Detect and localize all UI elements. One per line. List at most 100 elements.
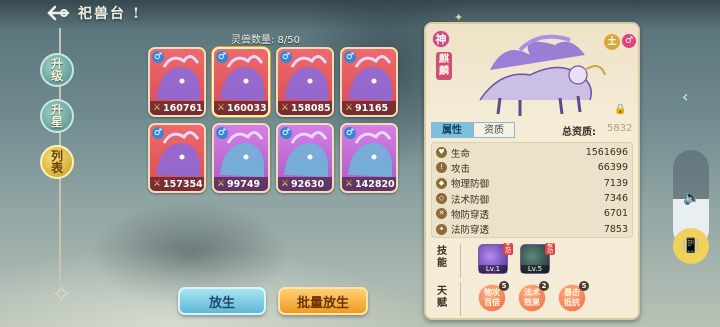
release-button[interactable]: 放生 [178,287,266,315]
stats-list: ♥ 生命 1561696 ! 攻击 66399 ◆ 物理防御 7139 ◇ 法术防御 7346 … [431,142,633,238]
attack-icon: ! [436,162,447,174]
male-gender-icon: ♂ [280,51,292,63]
pet-card[interactable]: ♂ ⚔ 160033 [212,47,270,117]
pet-card[interactable]: ♂ ⚔ 142820 [340,123,398,193]
stat-label: 法术防御 [451,194,490,206]
vibrate-button[interactable]: 📳 [673,228,709,264]
combat-power-icon: ⚔ [216,179,226,189]
stat-label: 物理防御 [451,179,490,191]
magic-penetration-icon: ✦ [436,223,447,235]
menu-upgrade-label: 升级 [50,57,63,83]
stat-value: 7346 [603,193,628,205]
skill-slot-1[interactable]: 主动 Lv.1 [478,243,513,274]
page-title: 祀兽台 ! [78,6,142,22]
stat-value: 6701 [603,208,628,220]
pet-detail-panel: 神 麒麟 土 ♂ 🔒 属性 资质 总资质: 5832 ♥ 生命 1561696 ! 攻… [424,22,640,320]
back-arrow-icon[interactable] [44,4,70,22]
batch-release-button[interactable]: 批量放生 [278,287,368,315]
tab-attributes[interactable]: 属性 [431,122,473,138]
earth-element-icon: 土 [604,34,620,50]
talent-slot-1[interactable]: 物攻 百倍 5 [478,281,509,312]
stat-label: 生命 [451,148,471,160]
skills-label: 技能 [437,246,447,269]
pet-card[interactable]: ♂ ⚔ 160761 [148,47,206,117]
stat-label: 攻击 [451,163,471,175]
combat-power-icon: ⚔ [344,103,354,113]
male-gender-icon: ♂ [216,127,228,139]
stat-row: ✕ 物防穿透 6701 [436,206,628,221]
combat-power-bar: ⚔ 157354 [150,177,204,191]
stat-row: ◆ 物理防御 7139 [436,176,628,191]
detail-tabs: 属性 资质 [431,122,515,138]
pet-card[interactable]: ♂ ⚔ 92630 [276,123,334,193]
lock-icon[interactable]: 🔒 [614,104,626,115]
combat-power-bar: ⚔ 160761 [150,101,204,115]
combat-power-value: 157354 [163,178,203,190]
skill-slot-2[interactable]: 被动 Lv.5 [520,243,555,274]
combat-power-value: 92630 [291,178,325,190]
total-aptitude-label: 总资质: [562,127,596,138]
collapse-chevron-icon[interactable]: ‹ [682,87,688,106]
stat-row: ◇ 法术防御 7346 [436,191,628,206]
pet-card[interactable]: ♂ ⚔ 157354 [148,123,206,193]
total-aptitude-value: 5832 [607,123,633,134]
pet-card[interactable]: ♂ ⚔ 99749 [212,123,270,193]
combat-power-value: 91165 [355,102,389,114]
talent-count: 2 [539,281,549,291]
hero-display: 神 麒麟 土 ♂ 🔒 [426,24,638,118]
combat-power-value: 99749 [227,178,261,190]
pet-name: 麒麟 [436,52,452,80]
title-bar: 祀兽台 ! [44,3,141,23]
stat-row: ! 攻击 66399 [436,160,628,175]
stat-row: ✦ 法防穿透 7853 [436,221,628,236]
combat-power-bar: ⚔ 99749 [214,177,268,191]
skill-level: Lv.5 [521,265,549,273]
menu-upgrade-button[interactable]: 升级 [40,53,74,87]
pet-count: 灵兽数量: 8/50 [231,35,301,46]
combat-power-icon: ⚔ [152,103,162,113]
magic-defense-icon: ◇ [436,193,447,205]
talent-name: 物攻 百倍 [484,288,500,307]
menu-list-label: 列表 [50,149,63,175]
talent-count: 5 [499,281,509,291]
stat-value: 66399 [597,162,628,174]
combat-power-icon: ⚔ [280,103,290,113]
stat-value: 1561696 [585,147,628,159]
pet-grid: ♂ ⚔ 160761 ♂ ⚔ 160033 ♂ ⚔ 158085 ♂ ⚔ 91165 ♂ ⚔ 157354 ♂… [148,47,400,193]
divider [460,244,461,278]
rail-tip-icon: ⟡ [53,278,71,308]
combat-power-icon: ⚔ [280,179,290,189]
combat-power-bar: ⚔ 160033 [214,101,268,115]
combat-power-icon: ⚔ [216,103,226,113]
talent-name: 暴击 抵抗 [564,288,580,307]
combat-power-bar: ⚔ 91165 [342,101,396,115]
speaker-icon: 🔈 [683,190,701,206]
stat-label: 法防穿透 [451,225,490,237]
talent-slot-3[interactable]: 暴击 抵抗 5 [558,281,589,312]
physical-penetration-icon: ✕ [436,208,447,220]
combat-power-value: 142820 [355,178,395,190]
talent-slot-2[interactable]: 法术 效果 2 [518,281,549,312]
combat-power-value: 160033 [227,102,267,114]
male-gender-icon: ♂ [152,127,164,139]
pet-card[interactable]: ♂ ⚔ 91165 [340,47,398,117]
menu-star-up-button[interactable]: 升星 [40,99,74,133]
talent-name: 法术 效果 [524,288,540,307]
stat-row: ♥ 生命 1561696 [436,145,628,160]
stat-label: 物防穿透 [451,209,490,221]
menu-list-button[interactable]: 列表 [40,145,74,179]
combat-power-icon: ⚔ [344,179,354,189]
tab-aptitude[interactable]: 资质 [473,122,515,138]
hp-icon: ♥ [436,147,447,159]
male-gender-icon: ♂ [344,127,356,139]
skill-type-tag: 被动 [545,242,555,255]
talent-label: 天赋 [437,286,447,309]
male-gender-icon: ♂ [622,34,636,48]
pet-card[interactable]: ♂ ⚔ 158085 [276,47,334,117]
stat-value: 7853 [603,223,628,235]
combat-power-icon: ⚔ [152,179,162,189]
combat-power-value: 158085 [291,102,331,114]
physical-defense-icon: ◆ [436,177,447,189]
combat-power-bar: ⚔ 142820 [342,177,396,191]
qilin-portrait [479,34,606,116]
